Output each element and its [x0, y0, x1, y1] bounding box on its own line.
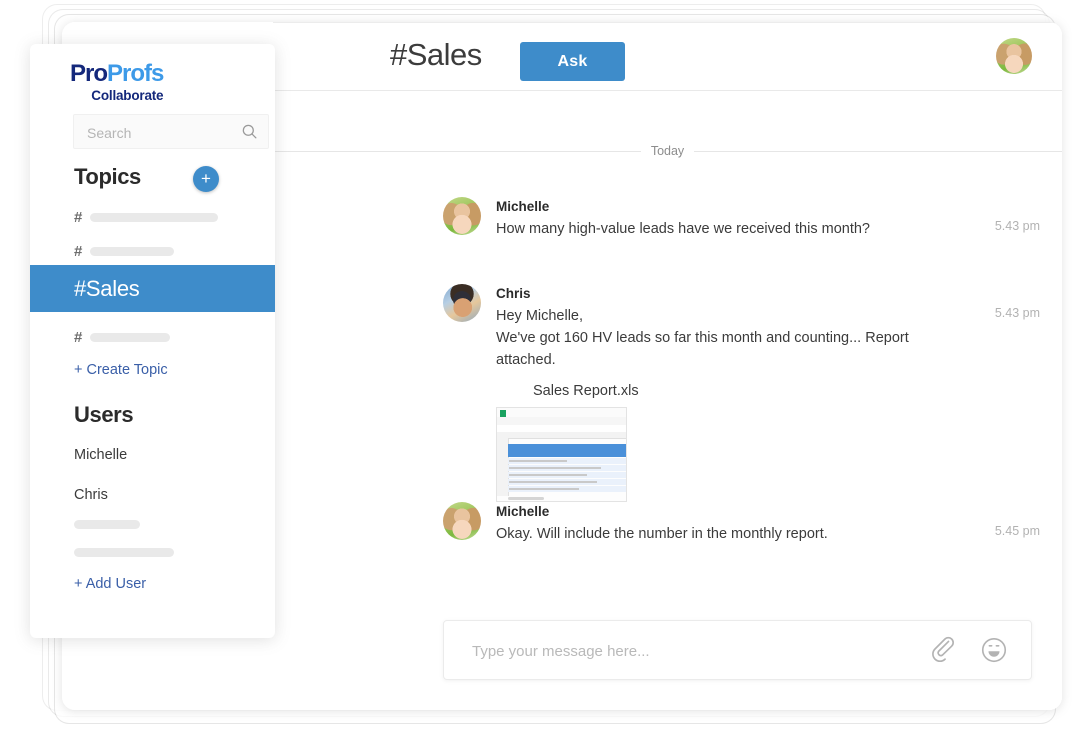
spreadsheet-thumbnail-icon[interactable] [496, 407, 627, 502]
day-separator: Today [273, 144, 1062, 158]
hash-icon: # [74, 208, 83, 226]
sheets-logo-icon [500, 409, 506, 417]
message-author: Michelle [496, 199, 550, 214]
thumb-row-text [509, 460, 567, 462]
paperclip-icon[interactable] [929, 635, 959, 665]
app-logo: ProProfs Collaborate [70, 60, 164, 103]
logo-wordmark: ProProfs [70, 60, 164, 87]
message-text: We've got 160 HV leads so far this month… [496, 330, 909, 368]
search-input[interactable] [85, 115, 229, 150]
message-avatar [443, 502, 481, 540]
user-placeholder-bar [74, 548, 174, 557]
sidebar-item-topic[interactable]: # [30, 238, 275, 264]
topic-placeholder-bar [90, 212, 219, 222]
message-text: How many high-value leads have we receiv… [496, 221, 870, 237]
day-separator-label: Today [650, 144, 685, 158]
message-composer [443, 620, 1032, 681]
topic-placeholder-bar [90, 246, 175, 256]
logo-subtitle: Collaborate [91, 88, 164, 103]
topic-placeholder-bar [90, 332, 171, 342]
thumb-scrollbar [508, 497, 544, 500]
page-title: #Sales [390, 37, 482, 72]
sidebar-item-sales[interactable]: #Sales [30, 265, 275, 312]
add-topic-button[interactable]: + [193, 166, 219, 192]
users-heading: Users [74, 402, 134, 427]
attachment-filename[interactable]: Sales Report.xls [533, 383, 972, 399]
create-topic-link[interactable]: + Create Topic [74, 362, 168, 378]
message-timestamp: 5.43 pm [994, 306, 1040, 320]
message-list: Today Michelle How many high-value leads… [273, 91, 1062, 710]
message-text: Okay. Will include the number in the mon… [496, 526, 828, 542]
separator-line-right [694, 150, 1062, 152]
message-timestamp: 5.43 pm [994, 219, 1040, 233]
separator-line-left [273, 150, 641, 152]
smiley-icon[interactable] [979, 635, 1009, 665]
avatar[interactable] [996, 38, 1032, 74]
thumb-row-text [509, 481, 597, 483]
message-body: Michelle Okay. Will include the number i… [496, 502, 972, 545]
thumb-row-text [509, 467, 601, 469]
message-body: Chris Hey Michelle, We've got 160 HV lea… [496, 284, 972, 502]
topics-heading: Topics [74, 164, 141, 189]
message-avatar [443, 197, 481, 235]
message-author: Chris [496, 286, 531, 301]
sidebar-item-topic[interactable]: # [30, 204, 275, 230]
ask-button[interactable]: Ask [520, 42, 625, 81]
message-timestamp: 5.45 pm [994, 524, 1040, 538]
hash-icon: # [74, 242, 83, 260]
thumb-row-text [509, 474, 587, 476]
sidebar: ProProfs Collaborate Topics + # # #Sales… [30, 44, 275, 638]
message-author: Michelle [496, 504, 550, 519]
sidebar-item-label: #Sales [74, 275, 140, 301]
sidebar-item-topic[interactable]: # [30, 324, 275, 350]
topbar-divider [273, 22, 1062, 23]
sidebar-item-user[interactable]: Chris [74, 487, 108, 503]
logo-pro-text: Pro [70, 60, 108, 87]
search-icon[interactable] [240, 122, 259, 141]
add-user-link[interactable]: + Add User [74, 576, 146, 592]
message-avatar [443, 284, 481, 322]
hash-icon: # [74, 328, 83, 346]
sidebar-item-user[interactable]: Michelle [74, 447, 127, 463]
thumb-row-text [509, 488, 579, 490]
user-placeholder-bar [74, 520, 140, 529]
message-input[interactable] [470, 621, 921, 681]
thumb-header-row [508, 444, 626, 457]
thumb-column-header [497, 432, 626, 439]
search-box [73, 114, 269, 150]
logo-profs-text: Profs [107, 60, 164, 87]
message-text: Hey Michelle, [496, 308, 584, 324]
message-body: Michelle How many high-value leads have … [496, 197, 972, 240]
